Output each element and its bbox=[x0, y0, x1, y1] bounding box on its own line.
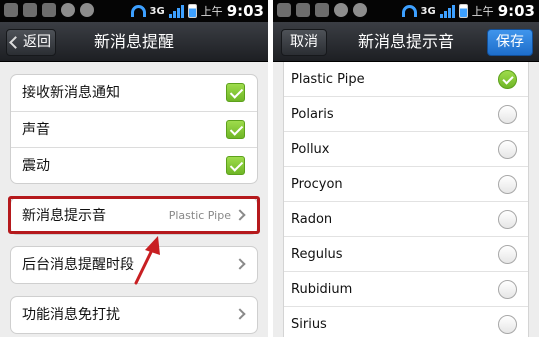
notification-icons bbox=[277, 3, 367, 17]
tone-item-rubidium[interactable]: Rubidium bbox=[284, 272, 528, 307]
tone-item-regulus[interactable]: Regulus bbox=[284, 237, 528, 272]
tone-item-radon[interactable]: Radon bbox=[284, 202, 528, 237]
annotation-arrow-icon bbox=[134, 236, 160, 285]
tone-name: Sirius bbox=[291, 317, 327, 332]
am-pm-label: 上午 bbox=[471, 5, 494, 18]
network-type: 3G bbox=[420, 5, 436, 17]
tone-picker-screen: 3G 上午 9:03 取消 新消息提示音 保存 Plastic Pipe Pol… bbox=[273, 0, 539, 337]
tone-name: Polaris bbox=[291, 107, 334, 122]
battery-icon bbox=[458, 4, 468, 18]
radio-empty-icon[interactable] bbox=[498, 105, 517, 124]
radio-empty-icon[interactable] bbox=[498, 140, 517, 159]
tone-item-procyon[interactable]: Procyon bbox=[284, 167, 528, 202]
status-bar: 3G 上午 9:03 bbox=[273, 0, 539, 22]
tone-name: Pollux bbox=[291, 142, 330, 157]
clock: 9:03 bbox=[497, 2, 535, 20]
tone-list: Plastic Pipe Polaris Pollux Procyon Rado… bbox=[283, 62, 529, 337]
signal-icon bbox=[439, 4, 455, 18]
tone-name: Procyon bbox=[291, 177, 343, 192]
radio-empty-icon[interactable] bbox=[498, 175, 517, 194]
radio-empty-icon[interactable] bbox=[498, 210, 517, 229]
usb-icon bbox=[315, 3, 329, 17]
settings-notify-icon bbox=[353, 3, 367, 17]
radio-empty-icon[interactable] bbox=[498, 245, 517, 264]
android-icon bbox=[334, 3, 348, 17]
message-icon bbox=[277, 3, 291, 17]
tone-item-pollux[interactable]: Pollux bbox=[284, 132, 528, 167]
save-button[interactable]: 保存 bbox=[487, 29, 533, 56]
radio-empty-icon[interactable] bbox=[498, 280, 517, 299]
radio-selected-icon[interactable] bbox=[498, 70, 517, 89]
wifi-icon bbox=[401, 5, 417, 17]
settings-screen: 3G 上午 9:03 返回 新消息提醒 接收新消息通知 声音 震动 新消息提示音 bbox=[0, 0, 268, 337]
tone-name: Radon bbox=[291, 212, 333, 227]
tone-item-polaris[interactable]: Polaris bbox=[284, 97, 528, 132]
tone-name: Plastic Pipe bbox=[291, 72, 365, 87]
radio-empty-icon[interactable] bbox=[498, 315, 517, 334]
cancel-button[interactable]: 取消 bbox=[281, 29, 327, 56]
tone-name: Rubidium bbox=[291, 282, 353, 297]
title-bar: 取消 新消息提示音 保存 bbox=[273, 22, 539, 62]
system-icons: 3G 上午 9:03 bbox=[401, 2, 535, 20]
tone-item-sirius[interactable]: Sirius bbox=[284, 307, 528, 337]
gallery-icon bbox=[296, 3, 310, 17]
tone-name: Regulus bbox=[291, 247, 343, 262]
tone-item-plastic-pipe[interactable]: Plastic Pipe bbox=[284, 62, 528, 97]
